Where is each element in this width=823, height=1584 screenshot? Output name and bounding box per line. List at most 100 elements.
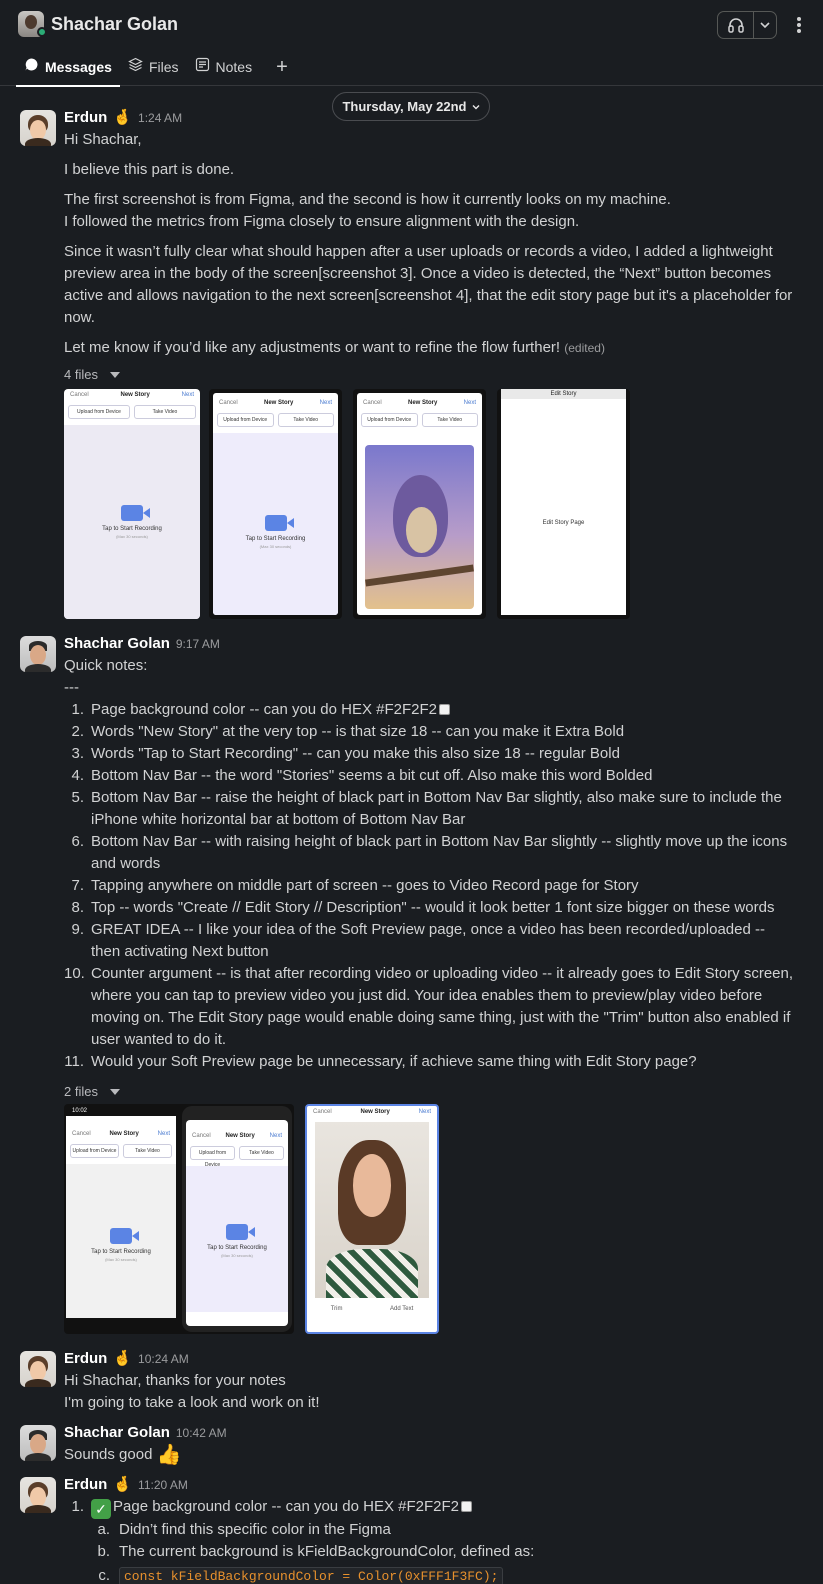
- timestamp[interactable]: 10:42 AM: [176, 1422, 227, 1444]
- thumb-label: Tap to Start Recording: [207, 1245, 267, 1251]
- file-thumbnail[interactable]: 10:02 Cancel New Story Next Upload from De…: [64, 1104, 294, 1334]
- video-preview-image: [365, 445, 474, 609]
- thumb-buttons: Upload from Device Take Video: [217, 413, 334, 427]
- thumb-sublabel: (Max 30 seconds): [259, 544, 292, 549]
- avatar[interactable]: [20, 1477, 56, 1513]
- more-options-icon[interactable]: [790, 14, 808, 36]
- message-text: I'm going to take a look and work on it!: [64, 1394, 320, 1411]
- add-tab-button[interactable]: +: [268, 48, 296, 86]
- message-text: Hi Shachar,: [64, 131, 142, 148]
- list-item: 3. Words "Tap to Start Recording" -- can …: [71, 745, 620, 762]
- message-text: I believe this part is done.: [64, 161, 235, 178]
- date-label: Thursday, May 22nd: [342, 98, 467, 114]
- timestamp[interactable]: 10:24 AM: [138, 1348, 189, 1370]
- list-item: 11. Would your Soft Preview page be unnec…: [64, 1053, 697, 1070]
- check-mark-icon: ✓: [91, 1499, 111, 1519]
- tab-files[interactable]: Files: [120, 48, 187, 86]
- avatar[interactable]: [20, 1425, 56, 1461]
- status-time: 10:02: [66, 1106, 176, 1116]
- conversation-title[interactable]: Shachar Golan: [51, 13, 178, 35]
- timestamp[interactable]: 11:20 AM: [138, 1474, 188, 1496]
- note-icon: [195, 56, 210, 78]
- thumb-header: Cancel New Story Next: [192, 1133, 282, 1139]
- list-item: 6. Bottom Nav Bar -- with raising height …: [71, 833, 788, 872]
- files-toggle[interactable]: 2 files: [64, 1081, 120, 1103]
- date-divider[interactable]: Thursday, May 22nd: [332, 92, 490, 121]
- message-header: Erdun 🤞 10:24 AM: [64, 1348, 189, 1370]
- video-preview-image: [315, 1122, 429, 1298]
- code-snippet: const kFieldBackgroundColor = Color(0xFF…: [119, 1567, 504, 1584]
- thumb-label: Edit Story Page: [542, 520, 585, 526]
- timestamp[interactable]: 1:24 AM: [138, 107, 182, 129]
- message-text-span: Sounds good: [64, 1446, 153, 1463]
- thumb-toolbar: Trim Add Text: [330, 1306, 414, 1312]
- author-name[interactable]: Erdun: [64, 1474, 107, 1496]
- thumb-label: Tap to Start Recording: [91, 1249, 151, 1255]
- thumb-sublabel: (Max 30 seconds): [221, 1253, 253, 1258]
- video-camera-icon: [121, 505, 143, 521]
- list-item: 5. Bottom Nav Bar -- raise the height of …: [71, 789, 782, 828]
- author-name[interactable]: Shachar Golan: [64, 1422, 170, 1444]
- list-item: 9. GREAT IDEA -- I like your idea of the …: [71, 921, 765, 960]
- message-text: The first screenshot is from Figma, and …: [64, 191, 671, 208]
- list-item: 10. Counter argument -- is that after rec…: [64, 965, 794, 1048]
- tab-label: Messages: [45, 59, 112, 75]
- message-text: Quick notes:: [64, 657, 148, 674]
- list-item: 2. Words "New Story" at the very top -- i…: [71, 723, 625, 740]
- message-text: Hi Shachar, thanks for your notes: [64, 1372, 286, 1389]
- thumb-buttons: Upload from Device Take Video: [190, 1146, 284, 1168]
- message-header: Shachar Golan 10:42 AM: [64, 1422, 227, 1444]
- tab-label: Files: [148, 59, 179, 75]
- video-camera-icon: [226, 1224, 248, 1240]
- author-name[interactable]: Erdun: [64, 107, 107, 129]
- avatar[interactable]: [20, 636, 56, 672]
- timestamp[interactable]: 9:17 AM: [176, 633, 220, 655]
- message-text: Since it wasn’t fully clear what should …: [64, 243, 793, 326]
- color-swatch: [439, 704, 451, 715]
- chevron-down-icon: [472, 104, 479, 109]
- message-header: Erdun 🤞 1:24 AM: [64, 107, 182, 129]
- thumbs-up-icon: 👍: [156, 1444, 182, 1466]
- author-name[interactable]: Shachar Golan: [64, 633, 170, 655]
- list-item: b. The current background is kFieldBackgr…: [97, 1543, 535, 1560]
- video-camera-icon: [110, 1228, 132, 1244]
- thumb-sublabel: (Max 30 seconds): [105, 1257, 137, 1262]
- thumb-label: Tap to Start Recording: [245, 536, 306, 542]
- message-text: ---: [64, 679, 79, 696]
- files-toggle[interactable]: 4 files: [64, 364, 120, 386]
- tab-label: Notes: [215, 59, 253, 75]
- tab-messages[interactable]: Messages: [16, 48, 120, 87]
- list-item: c. const kFieldBackgroundColor = Color(0x…: [64, 1565, 794, 1584]
- caret-down-icon: [109, 1089, 120, 1095]
- files-count: 4 files: [64, 367, 98, 382]
- thumb-label: Tap to Start Recording: [102, 526, 162, 532]
- message-text-span: Let me know if you’d like any adjustment…: [64, 339, 561, 356]
- list-item: 8. Top -- words "Create // Edit Story // …: [71, 899, 775, 916]
- thumb-header: Cancel New Story Next: [219, 400, 332, 406]
- thumb-body: Tap to Start Recording (Max 30 seconds): [213, 433, 338, 615]
- chevron-down-icon[interactable]: [754, 19, 776, 31]
- file-thumbnail[interactable]: Cancel New Story Next Upload from Device Ta…: [353, 389, 486, 619]
- file-thumbnail[interactable]: Cancel New Story Next Upload from Device Ta…: [64, 389, 200, 619]
- thumb-body: Tap to Start Recording (Max 30 seconds): [64, 425, 200, 619]
- huddle-button[interactable]: [717, 11, 777, 39]
- avatar[interactable]: [20, 110, 56, 146]
- thumb-buttons: Upload from Device Take Video: [70, 1144, 172, 1158]
- status-emoji: 🤞: [113, 1476, 133, 1493]
- ordered-list: 1. ✓ Page background color -- can you do H…: [64, 1496, 794, 1584]
- thumb-body: Tap to Start Recording (Max 30 seconds): [66, 1164, 176, 1318]
- thumb-header: Edit Story: [501, 389, 626, 399]
- file-thumbnail[interactable]: Cancel New Story Next Upload from Device Ta…: [209, 389, 342, 619]
- tab-bar: Messages Files Notes +: [0, 48, 823, 87]
- files-count: 2 files: [64, 1084, 98, 1099]
- chat-bubble-icon: [24, 56, 39, 78]
- file-thumbnail[interactable]: Cancel New Story Next Trim Add Text: [305, 1104, 439, 1334]
- tab-notes[interactable]: Notes: [187, 48, 261, 86]
- thumb-sublabel: (Max 30 seconds): [116, 534, 148, 539]
- avatar[interactable]: [20, 1351, 56, 1387]
- author-name[interactable]: Erdun: [64, 1348, 107, 1370]
- ordered-list: 1. Page background color -- can you do HE…: [64, 699, 794, 1073]
- file-thumbnail[interactable]: Edit Story Edit Story Page: [497, 389, 630, 619]
- list-item: a. Didn’t find this specific color in the…: [97, 1521, 391, 1538]
- layers-icon: [128, 56, 143, 78]
